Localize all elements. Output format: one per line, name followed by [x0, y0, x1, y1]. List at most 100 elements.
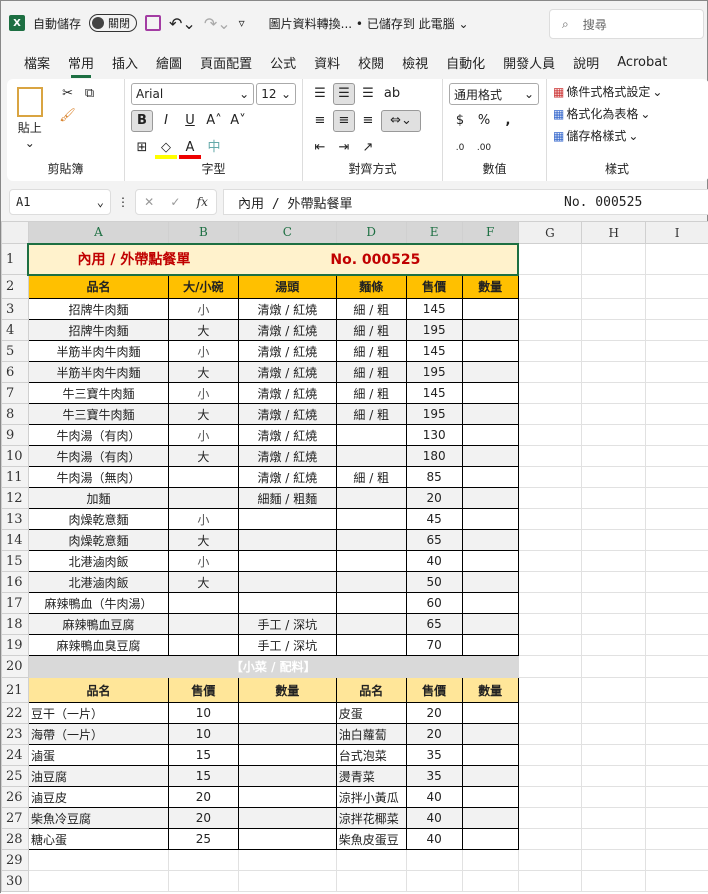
align-center-icon[interactable]: ≡ — [333, 110, 355, 132]
autosave-toggle[interactable]: 關閉 — [89, 14, 137, 32]
format-painter-icon[interactable]: 🖌 — [57, 105, 79, 127]
item-name[interactable]: 牛三寶牛肉麵 — [28, 404, 168, 425]
tab-2[interactable]: 插入 — [103, 53, 147, 72]
cell[interactable] — [518, 551, 582, 572]
cell[interactable] — [582, 446, 646, 467]
insert-function-icon[interactable]: fx — [197, 195, 208, 209]
side-price[interactable]: 40 — [406, 808, 462, 829]
side-price[interactable]: 20 — [406, 703, 462, 724]
quantity-cell[interactable] — [462, 341, 518, 362]
row-header-22[interactable]: 22 — [2, 703, 29, 724]
bowl-size[interactable]: 大 — [168, 362, 238, 383]
row-header-13[interactable]: 13 — [2, 509, 29, 530]
soup-base[interactable]: 清燉 / 紅燒 — [238, 341, 336, 362]
cell[interactable] — [518, 745, 582, 766]
cell[interactable] — [646, 320, 708, 341]
cell[interactable] — [582, 850, 646, 871]
price[interactable]: 60 — [406, 593, 462, 614]
item-name[interactable]: 牛三寶牛肉麵 — [28, 383, 168, 404]
quantity-cell[interactable] — [238, 787, 336, 808]
cell[interactable] — [518, 320, 582, 341]
quantity-cell[interactable] — [462, 509, 518, 530]
column-header-F[interactable]: F — [462, 222, 518, 244]
quantity-cell[interactable] — [462, 404, 518, 425]
soup-base[interactable]: 手工 / 深坑 — [238, 635, 336, 656]
side-header-cell[interactable]: 售價 — [406, 678, 462, 703]
cell[interactable] — [582, 509, 646, 530]
row-header-12[interactable]: 12 — [2, 488, 29, 509]
column-header-H[interactable]: H — [582, 222, 646, 244]
cell[interactable] — [646, 745, 708, 766]
enter-icon[interactable]: ✓ — [170, 195, 180, 209]
row-header-1[interactable]: 1 — [2, 244, 29, 275]
price[interactable]: 65 — [406, 530, 462, 551]
item-name[interactable]: 牛肉湯（無肉） — [28, 467, 168, 488]
price[interactable]: 145 — [406, 383, 462, 404]
bowl-size[interactable]: 大 — [168, 572, 238, 593]
cell[interactable] — [582, 383, 646, 404]
cell[interactable] — [646, 614, 708, 635]
side-price[interactable]: 20 — [168, 787, 238, 808]
increase-indent-icon[interactable]: ⇥ — [333, 137, 355, 159]
row-header-8[interactable]: 8 — [2, 404, 29, 425]
cell[interactable] — [582, 871, 646, 892]
noodle-type[interactable] — [336, 572, 406, 593]
cell[interactable] — [518, 678, 582, 703]
quantity-cell[interactable] — [462, 593, 518, 614]
item-name[interactable]: 加麵 — [28, 488, 168, 509]
search-box[interactable]: ⌕搜尋 — [549, 9, 704, 39]
side-name[interactable]: 油豆腐 — [28, 766, 168, 787]
price[interactable]: 70 — [406, 635, 462, 656]
cell[interactable] — [646, 787, 708, 808]
quantity-cell[interactable] — [238, 766, 336, 787]
row-header-25[interactable]: 25 — [2, 766, 29, 787]
cell[interactable] — [646, 362, 708, 383]
quantity-cell[interactable] — [462, 808, 518, 829]
cell[interactable] — [518, 362, 582, 383]
bold-icon[interactable]: B — [131, 110, 153, 132]
cell[interactable] — [518, 275, 582, 299]
price[interactable]: 145 — [406, 341, 462, 362]
soup-base[interactable] — [238, 572, 336, 593]
cell[interactable] — [646, 572, 708, 593]
currency-icon[interactable]: $ — [449, 110, 471, 132]
cell[interactable] — [646, 635, 708, 656]
row-header-14[interactable]: 14 — [2, 530, 29, 551]
column-header-E[interactable]: E — [406, 222, 462, 244]
bowl-size[interactable]: 小 — [168, 551, 238, 572]
cell[interactable] — [582, 572, 646, 593]
noodle-type[interactable] — [336, 530, 406, 551]
cell[interactable] — [406, 850, 462, 871]
cell[interactable] — [462, 850, 518, 871]
comma-icon[interactable]: , — [497, 110, 519, 132]
cell[interactable] — [646, 724, 708, 745]
cell[interactable] — [582, 593, 646, 614]
cell[interactable] — [518, 724, 582, 745]
side-name[interactable]: 柴魚皮蛋豆 — [336, 829, 406, 850]
bowl-size[interactable]: 小 — [168, 299, 238, 320]
cell[interactable] — [28, 850, 168, 871]
price[interactable]: 195 — [406, 320, 462, 341]
cell[interactable] — [336, 850, 406, 871]
cell[interactable] — [646, 404, 708, 425]
item-name[interactable]: 半筋半肉牛肉麵 — [28, 341, 168, 362]
cell[interactable] — [518, 383, 582, 404]
merge-center-icon[interactable]: ⇔⌄ — [381, 110, 421, 132]
spreadsheet-grid[interactable]: ABCDEFGHI1內用 / 外帶點餐單No. 0005252品名大/小碗湯頭麵… — [1, 221, 708, 894]
row-header-18[interactable]: 18 — [2, 614, 29, 635]
cell[interactable] — [168, 850, 238, 871]
side-price[interactable]: 40 — [406, 829, 462, 850]
cell[interactable] — [462, 871, 518, 892]
header-cell[interactable]: 數量 — [462, 275, 518, 299]
price[interactable]: 65 — [406, 614, 462, 635]
fill-color-icon[interactable]: ◇ — [155, 137, 177, 159]
header-cell[interactable]: 麵條 — [336, 275, 406, 299]
column-header-B[interactable]: B — [168, 222, 238, 244]
side-header-cell[interactable]: 數量 — [462, 678, 518, 703]
noodle-type[interactable] — [336, 551, 406, 572]
quantity-cell[interactable] — [462, 383, 518, 404]
item-name[interactable]: 牛肉湯（有肉） — [28, 446, 168, 467]
undo-icon[interactable]: ↶⌄ — [169, 14, 196, 33]
font-size-dropdown[interactable]: 12⌄ — [256, 83, 296, 105]
tab-3[interactable]: 繪圖 — [147, 53, 191, 72]
